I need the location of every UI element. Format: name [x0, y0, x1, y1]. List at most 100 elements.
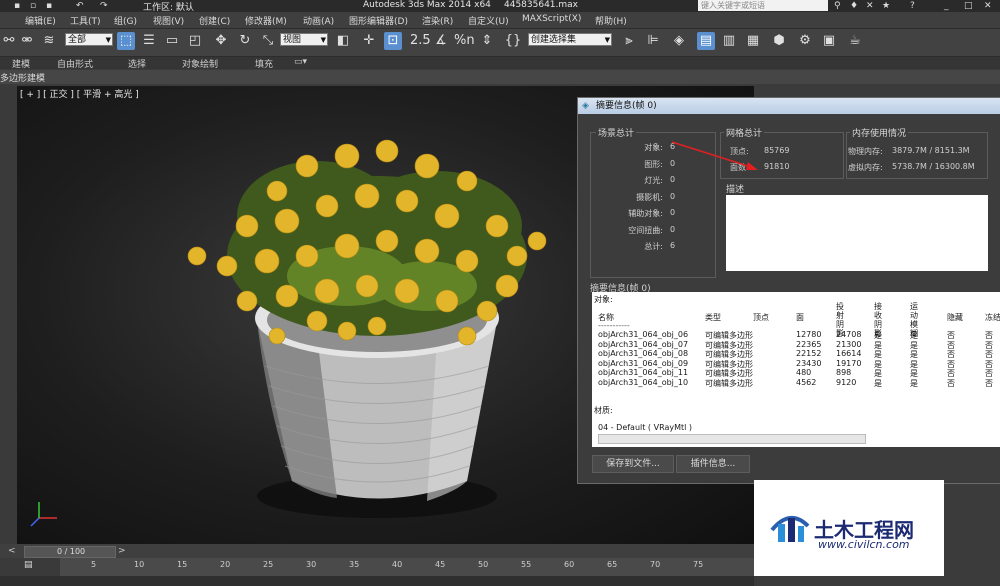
plugin-info-button[interactable]: 插件信息...	[676, 455, 750, 473]
render-production-icon[interactable]: ☕	[846, 32, 864, 50]
minimize-icon[interactable]: _	[944, 1, 949, 11]
summary-text-area[interactable]: 对象: 名称 类型 顶点 面 投射阴影 接收阴影 运动模糊 隐藏 冻结 ----…	[592, 292, 1000, 447]
reference-coord-dropdown[interactable]: 视图 ▼	[280, 33, 328, 46]
track-tick-label: 35	[349, 560, 360, 569]
watermark: 土木工程网 www.civilcn.com	[754, 480, 944, 576]
menu-maxscript[interactable]: MAXScript(X)	[522, 14, 581, 24]
search-icon[interactable]: ⚲	[834, 1, 841, 11]
named-selection-dropdown[interactable]: 创建选择集 ▼	[528, 33, 612, 46]
polygon-modeling-panel[interactable]: 多边形建模	[0, 71, 45, 84]
mini-curve-editor[interactable]: ▤	[0, 558, 60, 576]
scene-total-label: 总计:	[644, 242, 663, 251]
align-icon[interactable]: ⊫	[644, 32, 662, 50]
save-to-file-button[interactable]: 保存到文件...	[592, 455, 674, 473]
prev-frame-icon[interactable]: <	[8, 546, 16, 556]
tab-modeling[interactable]: 建模	[12, 57, 30, 70]
select-by-name-icon[interactable]: ☰	[140, 32, 158, 50]
pivot-icon[interactable]: ◧	[334, 32, 352, 50]
frame-slider[interactable]: 0 / 100	[24, 546, 116, 558]
scene-total-label: 图形:	[644, 159, 663, 169]
undo-icon[interactable]: ↶	[76, 1, 84, 11]
schematic-view-icon[interactable]: ▦	[744, 32, 762, 50]
menu-views[interactable]: 视图(V)	[153, 14, 184, 27]
scale-icon[interactable]: ⤡	[259, 32, 277, 50]
mirror-icon[interactable]: ⫸	[620, 32, 638, 50]
track-tick-label: 65	[607, 560, 618, 569]
tab-object-paint[interactable]: 对象绘制	[182, 57, 218, 70]
col-hidden: 隐藏	[947, 313, 963, 322]
open-icon[interactable]: ▫	[30, 1, 36, 11]
track-bar[interactable]: 5 10 15 20 25 30 35 40 45 50 55 60 65 70 75	[60, 558, 754, 576]
layer-manager-icon[interactable]: ◈	[670, 32, 688, 50]
physical-memory-value: 3879.7M / 8151.3M	[892, 146, 970, 155]
selection-filter-dropdown[interactable]: 全部 ▼	[65, 33, 113, 46]
col-type: 类型	[705, 313, 721, 322]
tab-selection[interactable]: 选择	[128, 57, 146, 70]
horizontal-scrollbar[interactable]	[598, 434, 866, 444]
materials-label: 材质:	[594, 406, 613, 415]
edit-named-sets-icon[interactable]: {}	[504, 32, 522, 50]
select-manipulate-icon[interactable]: ✛	[360, 32, 378, 50]
maximize-icon[interactable]: □	[964, 1, 973, 11]
snaps-toggle-icon[interactable]: 2.5	[410, 32, 431, 50]
close-icon[interactable]: ✕	[984, 1, 992, 11]
window-crossing-icon[interactable]: ◰	[186, 32, 204, 50]
rect-selection-icon[interactable]: ▭	[163, 32, 181, 50]
bind-spacewarp-icon[interactable]: ≋	[40, 32, 58, 50]
menu-rendering[interactable]: 渲染(R)	[422, 14, 453, 27]
graphite-toggle-icon[interactable]: ▤	[697, 32, 715, 50]
dialog-title-bar[interactable]: ◈ 摘要信息(帧 0)	[578, 98, 1000, 114]
keyboard-shortcut-icon[interactable]: ⊡	[384, 32, 402, 50]
menu-customize[interactable]: 自定义(U)	[468, 14, 509, 27]
menu-bar: 编辑(E) 工具(T) 组(G) 视图(V) 创建(C) 修改器(M) 动画(A…	[0, 12, 1000, 29]
col-faces: 面	[796, 313, 804, 322]
flag-frozen: 否	[985, 378, 993, 388]
menu-edit[interactable]: 编辑(E)	[25, 14, 56, 27]
object-name: objArch31_064_obj_08	[598, 349, 689, 358]
help-search-input[interactable]: 键入关键字或短语	[698, 0, 828, 11]
next-frame-icon[interactable]: >	[118, 546, 126, 556]
tab-populate[interactable]: 填充	[255, 57, 273, 70]
menu-graph-editors[interactable]: 图形编辑器(D)	[349, 14, 408, 27]
menu-create[interactable]: 创建(C)	[199, 14, 230, 27]
curve-editor-toggle-icon[interactable]: ▤	[24, 560, 33, 570]
unlink-icon[interactable]: ⚮	[18, 32, 36, 50]
description-textarea[interactable]	[726, 195, 988, 271]
rendered-frame-icon[interactable]: ▣	[820, 32, 838, 50]
scene-total-value: 0	[670, 224, 676, 234]
key-icon[interactable]: ♦	[850, 1, 858, 11]
material-editor-icon[interactable]: ⬢	[770, 32, 788, 50]
curve-editor-icon[interactable]: ▥	[720, 32, 738, 50]
ribbon-options-icon[interactable]: ▭▾	[294, 57, 307, 67]
object-faces: 21300	[836, 339, 862, 349]
object-type: 可编辑多边形	[705, 378, 753, 388]
ribbon-panel-bar: 多边形建模	[0, 70, 1000, 84]
named-selection-value: 创建选择集	[531, 35, 577, 45]
rotate-icon[interactable]: ↻	[236, 32, 254, 50]
menu-group[interactable]: 组(G)	[114, 14, 137, 27]
angle-snap-icon[interactable]: ∡	[432, 32, 450, 50]
new-icon[interactable]: ▪	[46, 1, 52, 11]
viewport-label[interactable]: [ + ] [ 正交 ] [ 平滑 + 高光 ]	[20, 87, 139, 100]
tab-freeform[interactable]: 自由形式	[57, 57, 93, 70]
save-icon[interactable]: ▪	[14, 1, 20, 11]
col-verts: 顶点	[753, 313, 769, 322]
render-setup-icon[interactable]: ⚙	[796, 32, 814, 50]
time-slider[interactable]: < 0 / 100 >	[0, 544, 754, 558]
track-tick-label: 5	[91, 560, 97, 569]
menu-help[interactable]: 帮助(H)	[595, 14, 627, 27]
percent-snap-icon[interactable]: %n	[454, 32, 475, 50]
select-object-icon[interactable]: ⬚	[117, 32, 135, 50]
move-icon[interactable]: ✥	[212, 32, 230, 50]
menu-modifiers[interactable]: 修改器(M)	[245, 14, 287, 27]
object-faces: 19170	[836, 358, 862, 368]
favorite-icon[interactable]: ★	[882, 1, 890, 11]
spinner-snap-icon[interactable]: ⇕	[478, 32, 496, 50]
menu-animation[interactable]: 动画(A)	[303, 14, 334, 27]
redo-icon[interactable]: ↷	[100, 1, 108, 11]
help-icon[interactable]: ?	[910, 1, 915, 11]
exchange-icon[interactable]: ✕	[866, 1, 874, 11]
menu-tools[interactable]: 工具(T)	[70, 14, 101, 27]
scene-total-value: 0	[670, 191, 676, 201]
link-icon[interactable]: ⚯	[0, 32, 18, 50]
